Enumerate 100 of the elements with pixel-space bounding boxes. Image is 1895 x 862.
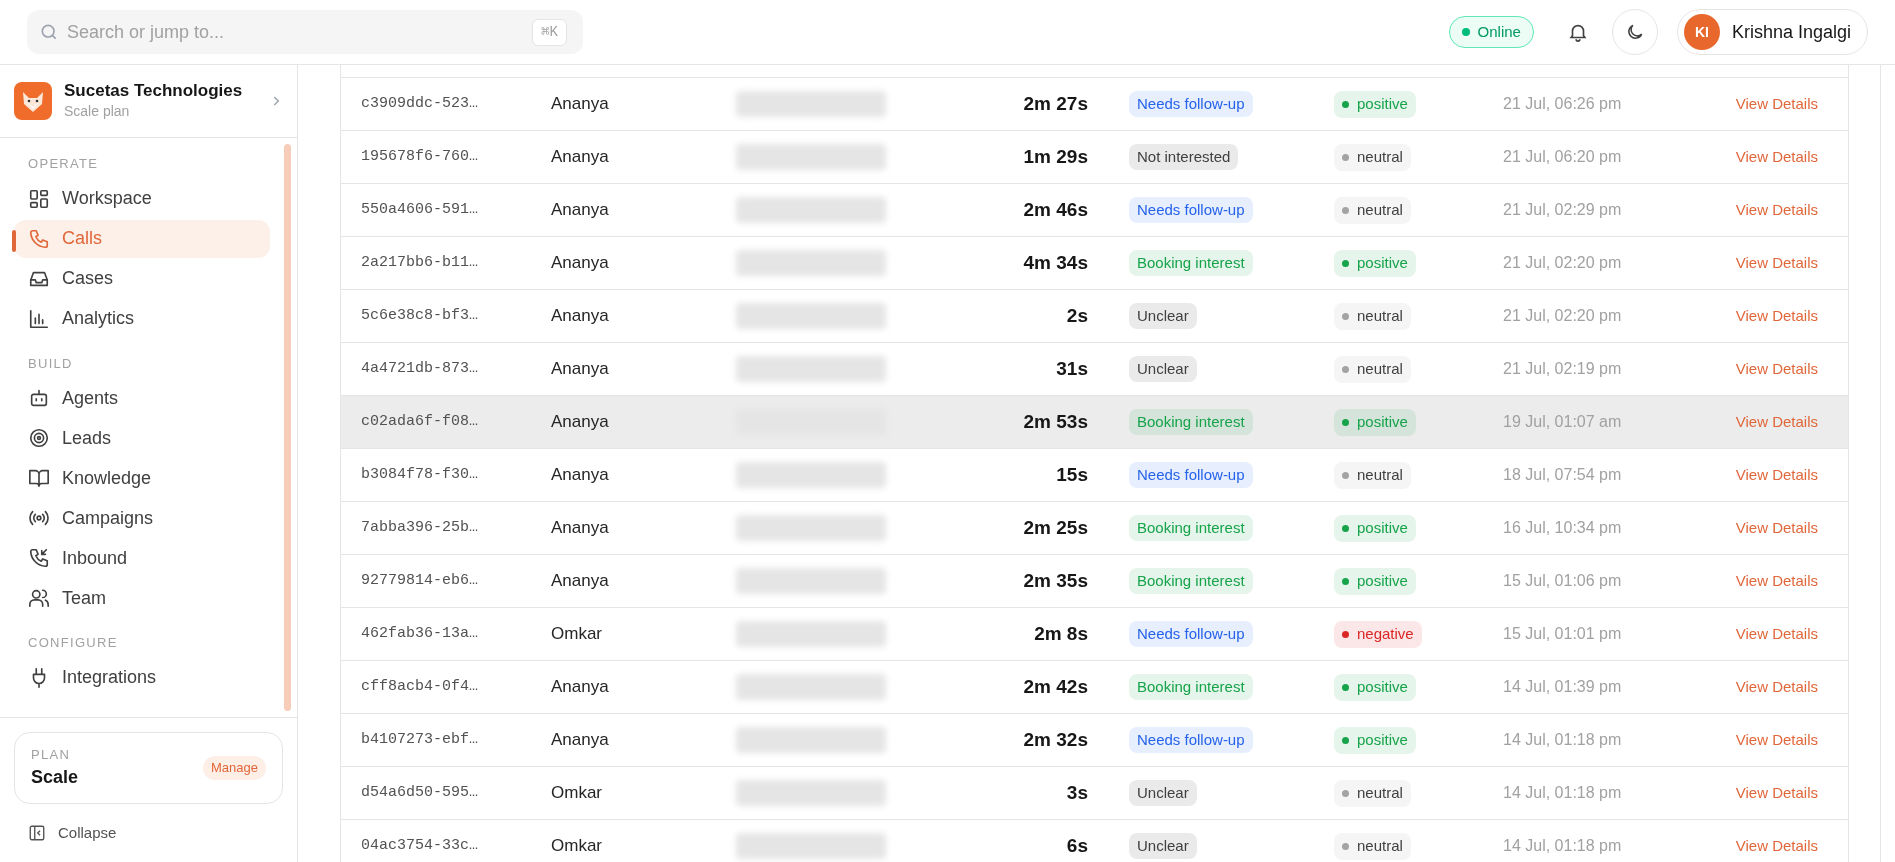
- call-date: 14 Jul, 01:18 pm: [1503, 837, 1622, 854]
- plan-name: Scale: [31, 766, 80, 790]
- outcome-tag: Unclear: [1129, 779, 1197, 807]
- view-details-link[interactable]: View Details: [1735, 466, 1818, 484]
- grid-icon: [28, 187, 50, 210]
- organization-plan: Scale plan: [64, 102, 131, 122]
- call-date: 21 Jul, 02:20 pm: [1503, 254, 1622, 271]
- agent-name: Ananya: [551, 465, 609, 485]
- call-date: 14 Jul, 01:39 pm: [1503, 678, 1622, 695]
- sentiment-label: positive: [1357, 571, 1408, 592]
- book-icon: [28, 467, 50, 489]
- view-details-link[interactable]: View Details: [1735, 95, 1818, 113]
- outcome-tag: Booking interest: [1129, 673, 1253, 701]
- sentiment-label: negative: [1357, 624, 1414, 645]
- call-id: 4a4721db-873…: [361, 359, 479, 377]
- call-duration: 4m 34s: [1023, 251, 1088, 273]
- call-duration: 2m 8s: [1034, 622, 1088, 644]
- call-id: 04ac3754-33c…: [361, 836, 479, 854]
- call-duration: 2m 53s: [1023, 410, 1088, 432]
- section-heading: OPERATE: [27, 155, 100, 173]
- nav-item[interactable]: Integrations: [14, 658, 270, 697]
- call-duration: 2m 32s: [1023, 728, 1088, 750]
- call-id: b4107273-ebf…: [361, 730, 479, 748]
- call-id: 550a4606-591…: [361, 200, 479, 218]
- call-date: 15 Jul, 01:06 pm: [1503, 572, 1622, 589]
- view-details-link[interactable]: View Details: [1735, 519, 1818, 537]
- call-duration: 1m 29s: [1023, 145, 1088, 167]
- outcome-tag: Unclear: [1129, 832, 1197, 860]
- view-details-link[interactable]: View Details: [1735, 572, 1818, 590]
- outcome-tag: Needs follow-up: [1129, 461, 1253, 489]
- call-date: 21 Jul, 02:29 pm: [1503, 201, 1622, 218]
- outcome-tag: Needs follow-up: [1129, 620, 1253, 648]
- sentiment-label: neutral: [1357, 147, 1403, 168]
- call-date: 21 Jul, 02:20 pm: [1503, 307, 1622, 324]
- scrollbar[interactable]: [284, 144, 291, 711]
- call-id: 2a217bb6-b11…: [361, 253, 479, 271]
- phone-icon: [28, 227, 50, 250]
- call-id: b3084f78-f30…: [361, 465, 479, 483]
- collapse-sidebar-icon: [28, 824, 46, 842]
- sentiment-label: neutral: [1357, 306, 1403, 327]
- agent-name: Ananya: [551, 200, 609, 220]
- nav-item[interactable]: Campaigns: [14, 499, 270, 537]
- call-id: 5c6e38c8-bf3…: [361, 306, 479, 324]
- nav-item[interactable]: Workspace: [14, 179, 270, 218]
- collapse-button[interactable]: Collapse: [28, 818, 269, 848]
- sentiment-label: positive: [1357, 730, 1408, 751]
- call-id: d54a6d50-595…: [361, 783, 479, 801]
- agent-name: Ananya: [551, 730, 609, 750]
- agent-name: Omkar: [551, 836, 602, 856]
- nav-item[interactable]: Inbound: [14, 539, 270, 577]
- view-details-link[interactable]: View Details: [1735, 731, 1818, 749]
- sentiment-label: neutral: [1357, 836, 1403, 857]
- view-details-link[interactable]: View Details: [1735, 201, 1818, 219]
- call-date: 16 Jul, 10:34 pm: [1503, 519, 1622, 536]
- sentiment-label: neutral: [1357, 359, 1403, 380]
- organization-switcher[interactable]: Sucetas Technologies Scale plan: [0, 65, 297, 138]
- nav-item[interactable]: Team: [14, 579, 270, 617]
- sentiment-label: neutral: [1357, 465, 1403, 486]
- section-heading: BUILD: [27, 354, 74, 373]
- outcome-tag: Needs follow-up: [1129, 196, 1253, 224]
- call-duration: 15s: [1056, 463, 1088, 485]
- view-details-link[interactable]: View Details: [1735, 678, 1818, 696]
- sentiment-label: positive: [1357, 94, 1408, 115]
- agent-name: Omkar: [551, 624, 602, 644]
- view-details-link[interactable]: View Details: [1735, 837, 1818, 855]
- call-duration: 6s: [1066, 834, 1088, 856]
- view-details-link[interactable]: View Details: [1735, 254, 1818, 272]
- call-duration: 2m 46s: [1023, 198, 1088, 220]
- nav-item[interactable]: Analytics: [14, 299, 270, 338]
- sentiment-label: positive: [1357, 677, 1408, 698]
- bar-chart-icon: [28, 307, 50, 330]
- call-id: 462fab36-13a…: [361, 624, 479, 642]
- sentiment-label: neutral: [1357, 200, 1403, 221]
- view-details-link[interactable]: View Details: [1735, 784, 1818, 802]
- view-details-link[interactable]: View Details: [1735, 307, 1818, 325]
- call-duration: 3s: [1066, 781, 1088, 803]
- view-details-link[interactable]: View Details: [1735, 148, 1818, 166]
- call-id: c02ada6f-f08…: [361, 412, 479, 430]
- agent-name: Ananya: [551, 518, 609, 538]
- shortcut-key: ⌘K: [532, 18, 567, 46]
- call-id: c3909ddc-523…: [361, 94, 479, 112]
- nav-item[interactable]: Cases: [14, 259, 270, 298]
- target-icon: [28, 427, 50, 449]
- nav-item[interactable]: Knowledge: [14, 459, 270, 497]
- nav-item[interactable]: Leads: [14, 419, 270, 457]
- call-duration: 2m 27s: [1023, 92, 1088, 114]
- outcome-tag: Needs follow-up: [1129, 726, 1253, 754]
- outcome-tag: Unclear: [1129, 355, 1197, 383]
- call-date: 21 Jul, 06:26 pm: [1503, 95, 1622, 112]
- plan-caption: PLAN: [31, 745, 72, 764]
- status-text: Online: [1477, 21, 1521, 42]
- call-id: 7abba396-25b…: [361, 518, 479, 536]
- search-input[interactable]: Search or jump to...: [67, 18, 525, 46]
- sentiment-label: neutral: [1357, 783, 1403, 804]
- view-details-link[interactable]: View Details: [1735, 360, 1818, 378]
- call-duration: 2s: [1066, 304, 1088, 326]
- view-details-link[interactable]: View Details: [1735, 625, 1818, 643]
- agent-name: Ananya: [551, 306, 609, 326]
- agent-name: Ananya: [551, 253, 609, 273]
- nav-item[interactable]: Agents: [14, 379, 270, 417]
